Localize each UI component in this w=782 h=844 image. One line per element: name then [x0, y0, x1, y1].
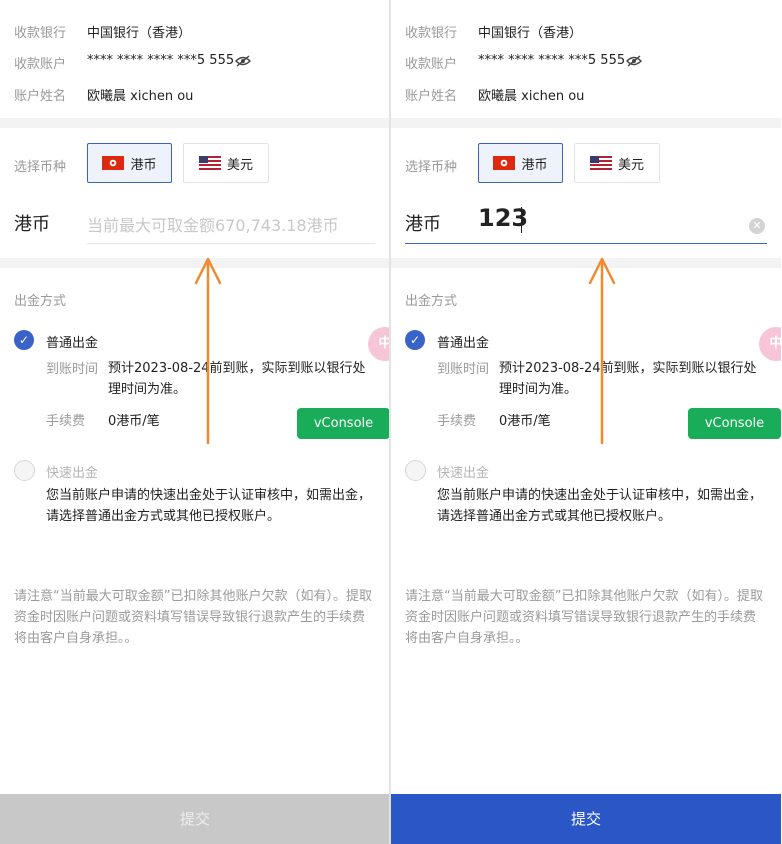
name-label: 账户姓名 — [405, 89, 458, 104]
screen-after-input: 收款银行 中国银行（香港） 收款账户 **** **** **** ***5 5… — [391, 0, 781, 844]
currency-label: 选择币种 — [14, 160, 67, 175]
submit-button-disabled[interactable]: 提交 — [0, 794, 390, 844]
option-fast-desc: 您当前账户申请的快速出金处于认证审核中，如需出金，请选择普通出金方式或其他已授权… — [46, 488, 372, 524]
hk-flag-icon — [102, 156, 125, 170]
arrival-time-value: 预计2023-08-24前到账，实际到账以银行处理时间为准。 — [499, 361, 757, 397]
fee-label: 手续费 — [46, 414, 86, 429]
section-title: 出金方式 — [405, 294, 458, 309]
amount-currency: 港币 — [14, 214, 50, 235]
currency-option-label: 港币 — [130, 157, 157, 173]
arrival-time-label: 到账时间 — [437, 362, 490, 377]
account-label: 收款账户 — [405, 57, 458, 72]
option-normal-label[interactable]: 普通出金 — [437, 332, 489, 351]
option-fast-desc: 您当前账户申请的快速出金处于认证审核中，如需出金，请选择普通出金方式或其他已授权… — [437, 488, 763, 524]
submit-button[interactable]: 提交 — [391, 794, 781, 844]
checked-circle-icon[interactable]: ✓ — [405, 330, 425, 350]
notice-text: 请注意“当前最大可取金额”已扣除其他账户欠款（如有）。提取资金时因账户问题或资料… — [14, 589, 372, 646]
amount-input[interactable]: 当前最大可取金额670,743.18港币 — [87, 212, 339, 236]
fee-label: 手续费 — [437, 414, 477, 429]
currency-option-hkd[interactable]: 港币 — [478, 143, 563, 183]
screen-before-input: 收款银行 中国银行（香港） 收款账户 **** **** **** ***5 5… — [0, 0, 390, 844]
arrival-time-value: 预计2023-08-24前到账，实际到账以银行处理时间为准。 — [108, 361, 366, 397]
amount-card: 选择币种 港币 美元 港币 123 ✕ — [391, 128, 781, 258]
bank-value: 中国银行（香港） — [478, 26, 583, 41]
hk-flag-icon — [493, 156, 516, 170]
radio-unchecked-icon[interactable] — [14, 460, 35, 481]
amount-currency: 港币 — [405, 214, 441, 235]
arrival-time-label: 到账时间 — [46, 362, 99, 377]
currency-option-usd[interactable]: 美元 — [183, 143, 269, 183]
arrow-up-icon — [588, 257, 616, 445]
option-normal-label[interactable]: 普通出金 — [46, 332, 98, 351]
text-caret — [521, 207, 522, 233]
currency-option-usd[interactable]: 美元 — [574, 143, 660, 183]
amount-underline-active — [405, 243, 767, 244]
vconsole-button[interactable]: vConsole — [688, 408, 781, 439]
account-label: 收款账户 — [14, 57, 67, 72]
amount-card: 选择币种 港币 美元 港币 当前最大可取金额670,743.18港币 — [0, 128, 390, 258]
bank-label: 收款银行 — [14, 26, 67, 41]
fee-value: 0港币/笔 — [499, 414, 551, 429]
amount-underline — [87, 243, 375, 244]
eye-hidden-icon[interactable] — [626, 55, 642, 67]
us-flag-icon — [589, 156, 612, 170]
account-value: **** **** **** ***5 555 — [87, 53, 235, 68]
notice-card: 请注意“当前最大可取金额”已扣除其他账户欠款（如有）。提取资金时因账户问题或资料… — [391, 564, 781, 794]
radio-unchecked-icon[interactable] — [405, 460, 426, 481]
name-value: 欧曦晨 xichen ou — [478, 89, 585, 104]
name-value: 欧曦晨 xichen ou — [87, 89, 194, 104]
arrow-up-icon — [194, 257, 222, 445]
eye-hidden-icon[interactable] — [235, 55, 251, 67]
bank-info-card: 收款银行 中国银行（香港） 收款账户 **** **** **** ***5 5… — [391, 0, 781, 118]
us-flag-icon — [198, 156, 221, 170]
name-label: 账户姓名 — [14, 89, 67, 104]
currency-option-label: 美元 — [617, 157, 644, 173]
notice-text: 请注意“当前最大可取金额”已扣除其他账户欠款（如有）。提取资金时因账户问题或资料… — [405, 589, 763, 646]
bank-value: 中国银行（香港） — [87, 26, 192, 41]
account-value: **** **** **** ***5 555 — [478, 53, 626, 68]
currency-option-hkd[interactable]: 港币 — [87, 143, 172, 183]
currency-label: 选择币种 — [405, 160, 458, 175]
vconsole-button[interactable]: vConsole — [297, 408, 390, 439]
clear-icon[interactable]: ✕ — [749, 218, 765, 234]
section-title: 出金方式 — [14, 294, 67, 309]
currency-option-label: 美元 — [226, 157, 253, 173]
checked-circle-icon[interactable]: ✓ — [14, 330, 34, 350]
fee-value: 0港币/笔 — [108, 414, 160, 429]
bank-label: 收款银行 — [405, 26, 458, 41]
notice-card: 请注意“当前最大可取金额”已扣除其他账户欠款（如有）。提取资金时因账户问题或资料… — [0, 564, 390, 794]
bank-info-card: 收款银行 中国银行（香港） 收款账户 **** **** **** ***5 5… — [0, 0, 390, 118]
option-fast-label[interactable]: 快速出金 — [437, 462, 489, 481]
currency-option-label: 港币 — [521, 157, 548, 173]
option-fast-label[interactable]: 快速出金 — [46, 462, 98, 481]
